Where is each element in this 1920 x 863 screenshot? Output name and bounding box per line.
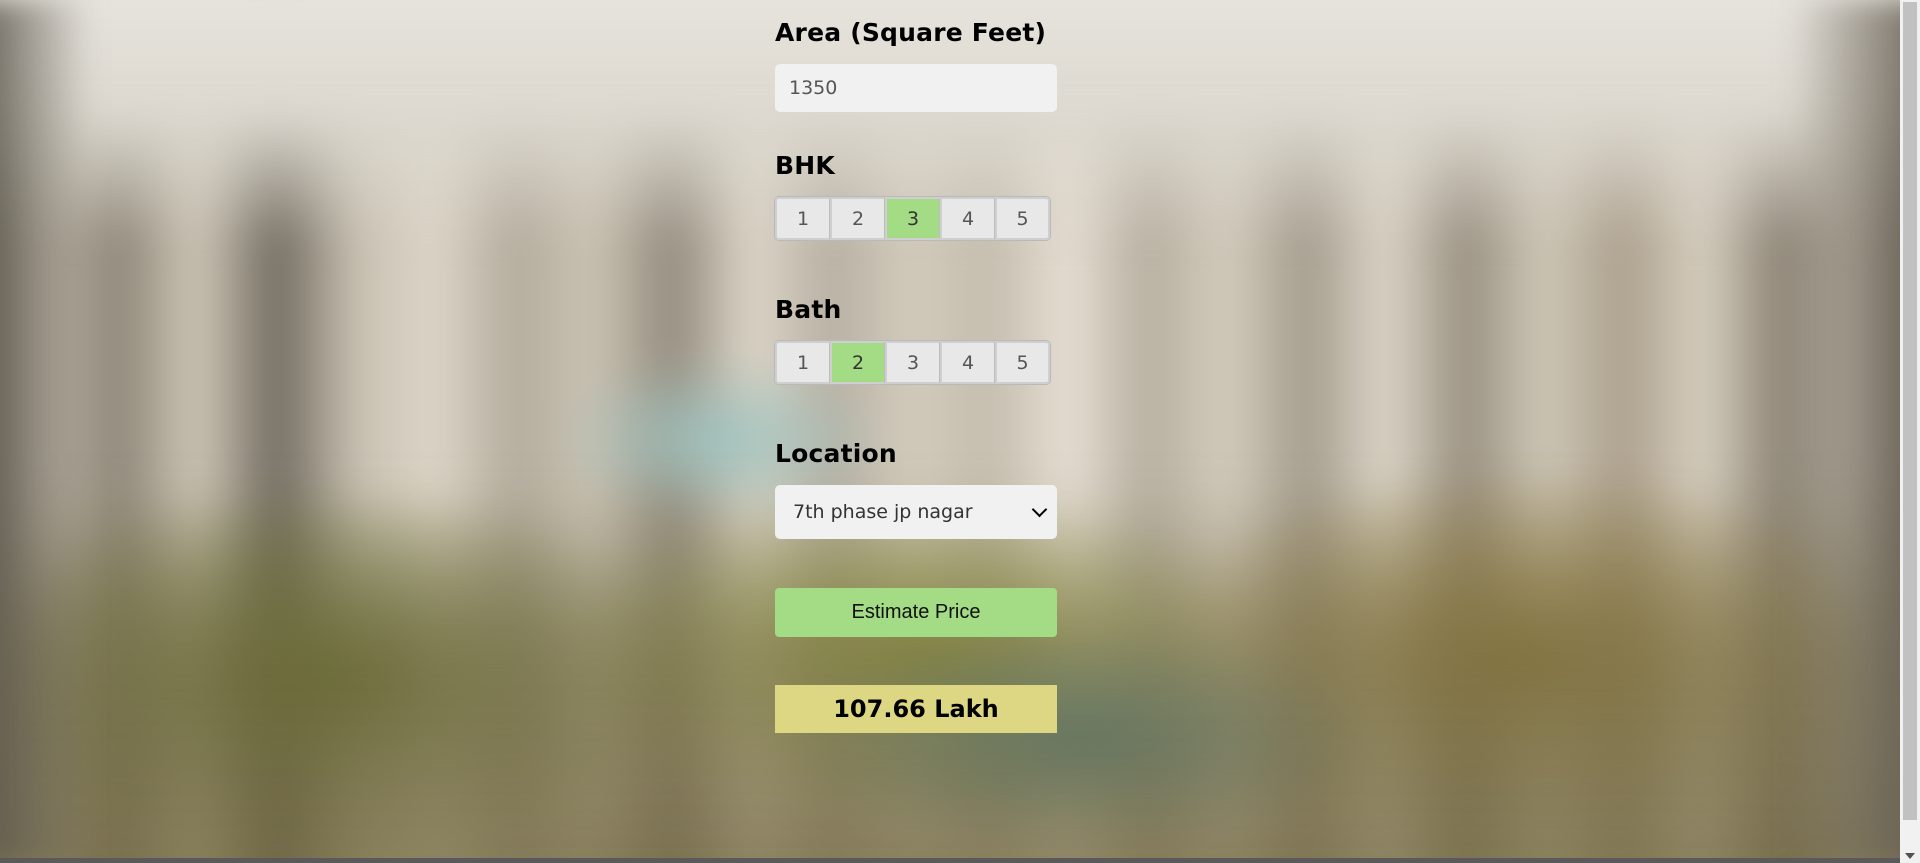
location-label: Location bbox=[775, 439, 897, 468]
location-select[interactable]: 7th phase jp nagar bbox=[775, 485, 1057, 539]
bhk-option-1[interactable]: 1 bbox=[775, 197, 830, 240]
scroll-down-arrow-icon[interactable] bbox=[1905, 853, 1915, 859]
estimated-price-result: 107.66 Lakh bbox=[775, 685, 1057, 733]
location-selected-value: 7th phase jp nagar bbox=[793, 501, 973, 523]
background-ground bbox=[0, 483, 1900, 863]
bhk-option-5[interactable]: 5 bbox=[995, 197, 1050, 240]
bhk-label: BHK bbox=[775, 151, 835, 180]
bath-option-4[interactable]: 4 bbox=[940, 341, 995, 384]
vertical-scrollbar[interactable] bbox=[1900, 0, 1920, 863]
background-right-building bbox=[1790, 0, 1900, 863]
area-input[interactable] bbox=[775, 64, 1057, 112]
chevron-down-icon bbox=[1031, 501, 1048, 518]
bhk-option-2[interactable]: 2 bbox=[830, 197, 885, 240]
bath-option-1[interactable]: 1 bbox=[775, 341, 830, 384]
bottom-edge-bar bbox=[0, 858, 1900, 863]
bhk-option-3[interactable]: 3 bbox=[885, 197, 940, 240]
bath-label: Bath bbox=[775, 295, 842, 324]
bath-selector: 1 2 3 4 5 bbox=[775, 341, 1050, 384]
bhk-selector: 1 2 3 4 5 bbox=[775, 197, 1050, 240]
area-label: Area (Square Feet) bbox=[775, 18, 1047, 47]
scrollbar-thumb[interactable] bbox=[1903, 2, 1917, 820]
bhk-option-4[interactable]: 4 bbox=[940, 197, 995, 240]
background-left-building bbox=[0, 0, 90, 863]
bath-option-2[interactable]: 2 bbox=[830, 341, 885, 384]
bath-option-3[interactable]: 3 bbox=[885, 341, 940, 384]
estimate-price-button[interactable]: Estimate Price bbox=[775, 588, 1057, 637]
bath-option-5[interactable]: 5 bbox=[995, 341, 1050, 384]
page-viewport: Area (Square Feet) BHK 1 2 3 4 5 Bath 1 … bbox=[0, 0, 1900, 863]
